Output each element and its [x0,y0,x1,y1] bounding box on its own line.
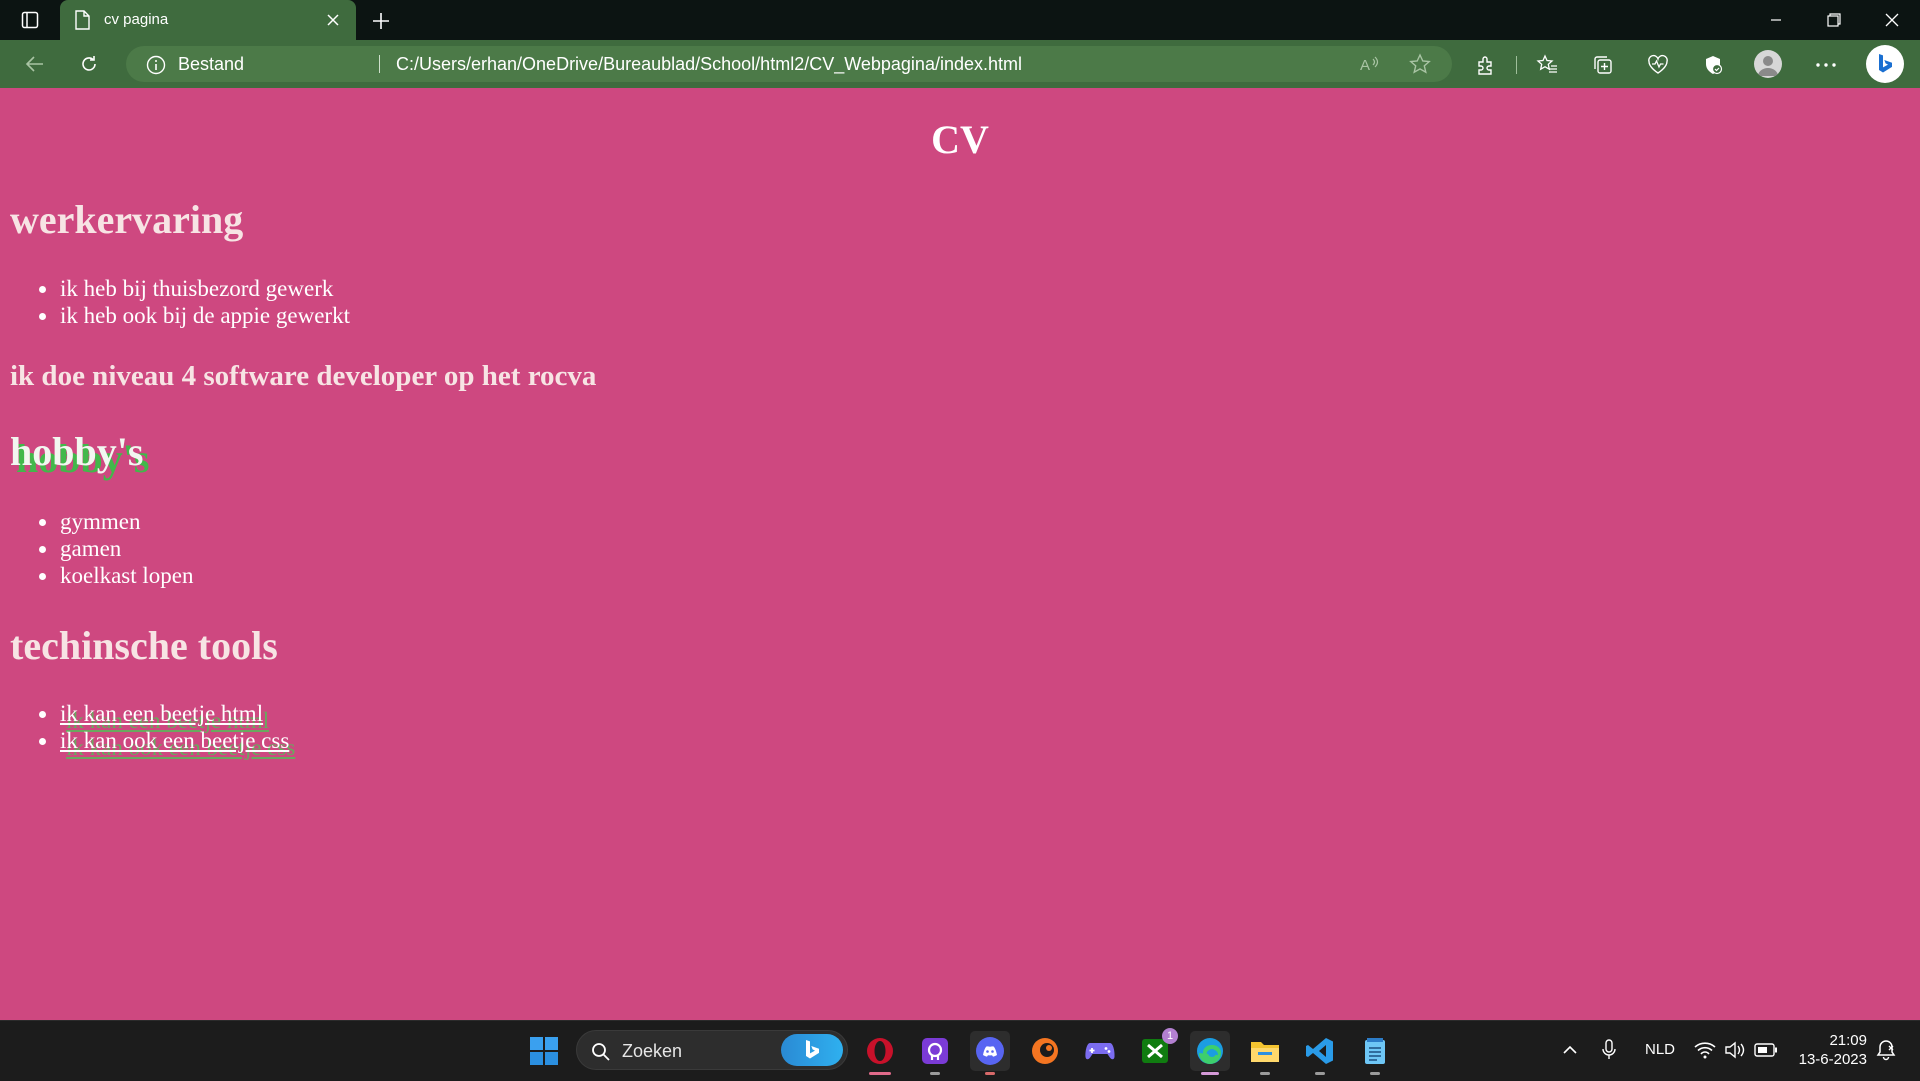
app-indicator [869,1072,891,1075]
file-scheme-label: Bestand [178,54,245,74]
volume-icon[interactable] [1724,1041,1746,1063]
tab-bar: cv pagina [0,0,1920,40]
more-options-icon[interactable] [1811,50,1841,80]
security-shield-icon[interactable] [1698,50,1728,80]
hobbies-list: gymmen gamen koelkast lopen [35,508,194,589]
work-list: ik heb bij thuisbezord gewerk ik heb ook… [35,275,350,329]
notifications-bell-icon[interactable] [1876,1039,1896,1065]
page-favicon-icon [74,10,90,35]
list-item: gymmen [35,508,194,535]
edge-browser-icon[interactable] [1190,1031,1230,1075]
refresh-icon[interactable] [72,48,106,80]
svg-text:A: A [1360,57,1370,74]
url-text[interactable]: C:/Users/erhan/OneDrive/Bureaublad/Schoo… [396,54,1022,75]
show-hidden-icons-chevron-icon[interactable] [1562,1043,1578,1060]
tab-title: cv pagina [104,11,169,28]
game-controller-icon[interactable] [1080,1031,1120,1071]
start-windows-icon[interactable] [524,1031,564,1071]
list-item[interactable]: ik kan een beetje html ik kan een beetje… [35,700,289,733]
collections-icon[interactable] [1588,50,1618,80]
list-item[interactable]: ik kan ook een beetje css ik kan ook een… [35,727,295,760]
favorites-icon[interactable] [1532,50,1562,80]
address-bar[interactable]: Bestand C:/Users/erhan/OneDrive/Bureaubl… [126,46,1452,82]
list-item: koelkast lopen [35,562,194,589]
page-title: CV [931,117,989,162]
tool-link-text[interactable]: ik kan ook een beetje css [60,728,289,753]
favorite-star-icon[interactable] [1408,52,1432,76]
taskbar-search[interactable]: Zoeken [576,1030,848,1070]
bing-search-icon[interactable] [781,1034,843,1066]
windows-taskbar: Zoeken 1 NLD 21:09 13-6-2023 [0,1020,1920,1081]
search-icon [591,1042,611,1067]
browser-toolbar: Bestand C:/Users/erhan/OneDrive/Bureaubl… [0,40,1920,88]
web-page: CV werkervaring ik heb bij thuisbezord g… [0,88,1920,1020]
search-placeholder: Zoeken [622,1041,683,1061]
app-indicator [930,1072,940,1075]
close-window-button[interactable] [1864,0,1920,40]
work-heading: werkervaring [10,197,244,242]
microphone-icon[interactable] [1602,1039,1616,1065]
wifi-icon[interactable] [1694,1041,1716,1063]
back-arrow-icon[interactable] [18,48,52,80]
notification-badge: 1 [1162,1028,1178,1044]
clock-date: 13-6-2023 [1798,1051,1867,1068]
address-separator [379,55,380,73]
opera-icon[interactable] [860,1031,900,1075]
hobbies-heading: hobby's hobby's [10,428,149,481]
tool-link-text[interactable]: ik kan een beetje html [60,701,263,726]
list-item: ik heb bij thuisbezord gewerk [35,275,350,302]
browser-essentials-icon[interactable] [1643,50,1673,80]
profile-avatar[interactable] [1754,50,1782,78]
toolbar-separator [1516,56,1517,74]
app-indicator [1370,1072,1380,1075]
app-indicator [985,1072,995,1075]
app-indicator [1201,1072,1219,1075]
app-indicator [1260,1072,1270,1075]
hobbies-heading-text: hobby's [10,429,144,474]
tool-link[interactable]: ik kan ook een beetje css ik kan ook een… [60,727,295,760]
bing-chat-icon[interactable] [1866,45,1904,83]
restore-button[interactable] [1806,0,1862,40]
system-clock[interactable]: 21:09 13-6-2023 [1797,1031,1867,1069]
new-tab-button[interactable] [368,8,394,34]
tools-heading: techinsche tools [10,623,278,668]
proton-vpn-icon[interactable] [915,1031,955,1075]
clock-time: 21:09 [1829,1032,1867,1049]
battery-icon[interactable] [1754,1043,1778,1061]
xbox-icon[interactable]: 1 [1135,1028,1178,1071]
tab-actions-icon[interactable] [18,8,42,32]
app-indicator [1315,1072,1325,1075]
extensions-icon[interactable] [1471,50,1501,80]
vscode-icon[interactable] [1300,1031,1340,1075]
tool-link[interactable]: ik kan een beetje html ik kan een beetje… [60,700,269,733]
close-tab-icon[interactable] [322,9,344,31]
notepad-icon[interactable] [1355,1031,1395,1075]
crunchyroll-icon[interactable] [1025,1031,1065,1071]
browser-tab[interactable]: cv pagina [60,0,356,40]
minimize-button[interactable] [1748,0,1804,40]
discord-icon[interactable] [970,1031,1010,1075]
language-indicator[interactable]: NLD [1645,1041,1675,1058]
list-item: ik heb ook bij de appie gewerkt [35,302,350,329]
site-info-icon[interactable] [146,55,166,80]
education-heading: ik doe niveau 4 software developer op he… [10,360,597,392]
file-explorer-icon[interactable] [1245,1031,1285,1075]
read-aloud-icon[interactable]: A [1358,52,1382,76]
list-item: gamen [35,535,194,562]
tools-list: ik kan een beetje html ik kan een beetje… [35,700,295,760]
